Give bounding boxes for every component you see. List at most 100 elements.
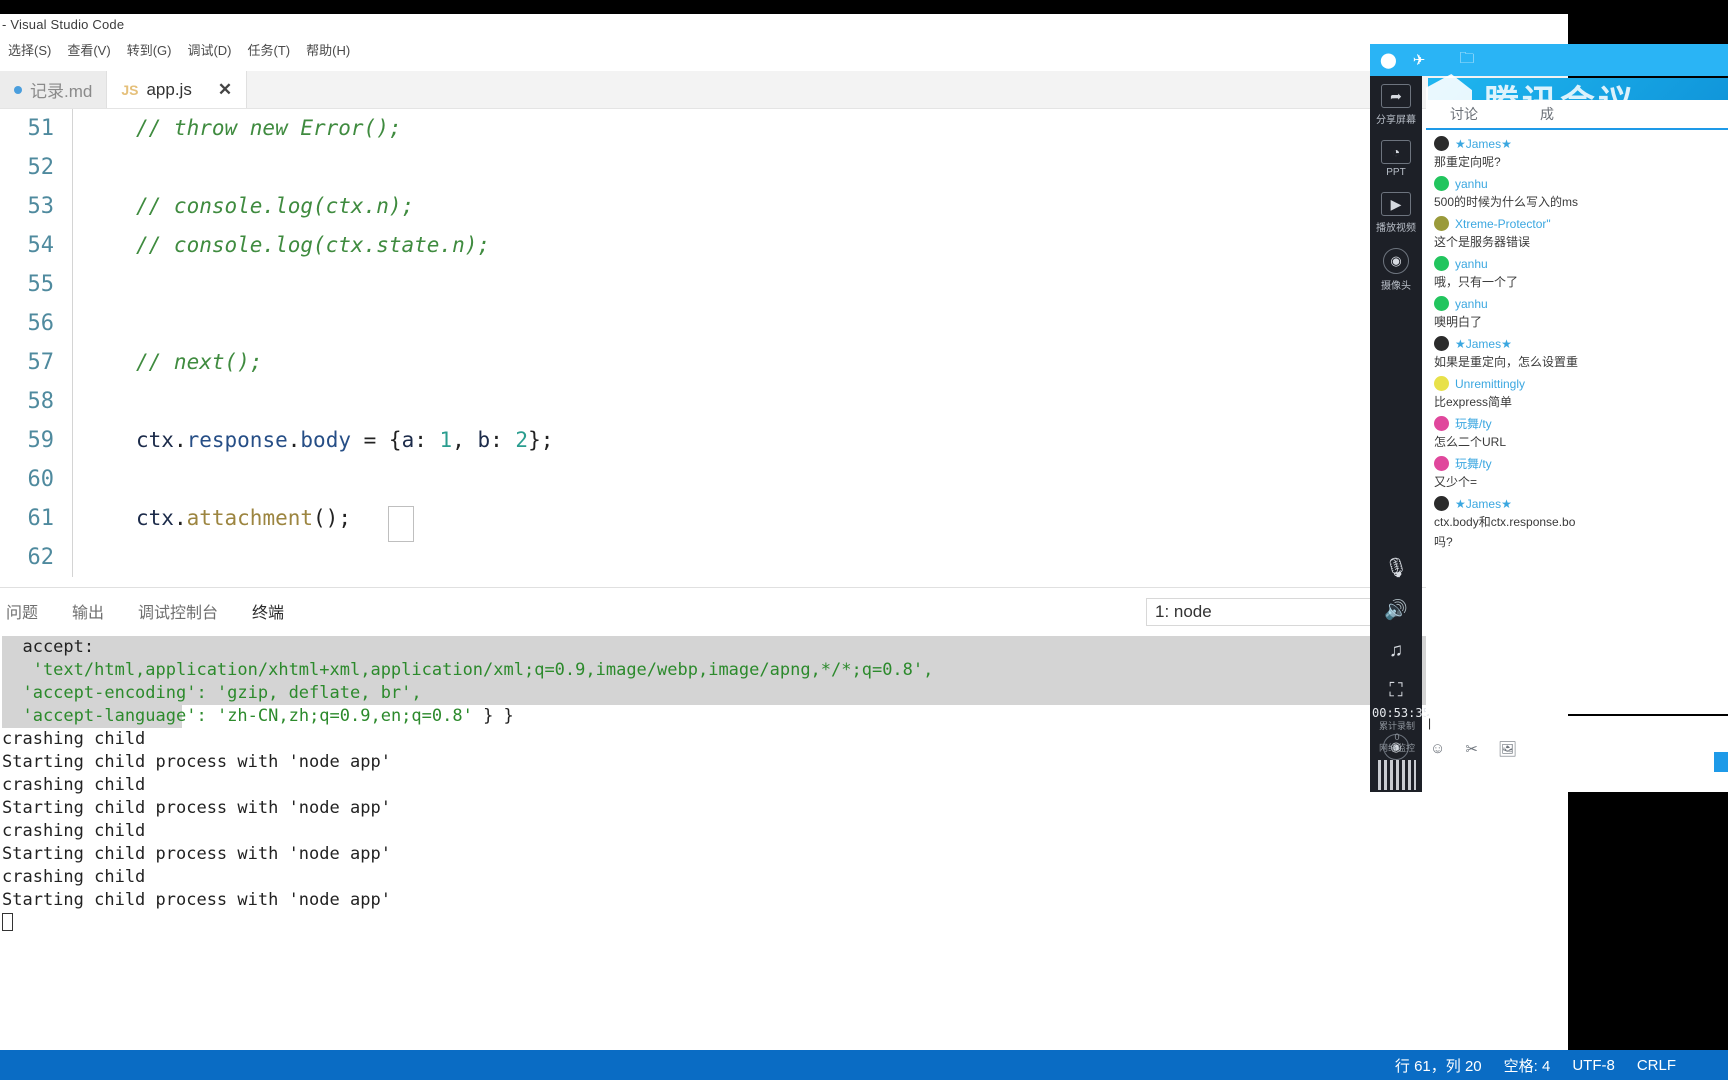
code-lines: 51 // throw new Error(); 52 53 // console.lo… <box>0 109 1568 577</box>
fold-rail <box>72 265 96 304</box>
chat-message-sender: ★James★ <box>1455 136 1512 151</box>
avatar <box>1434 296 1449 311</box>
terminal-line: crashing child <box>2 774 1568 797</box>
panel-tab-problems[interactable]: 问题 <box>6 599 38 623</box>
share-screen-button[interactable]: ➦ 分享屏幕 <box>1373 84 1419 126</box>
code-token: b <box>477 428 491 452</box>
js-icon: JS <box>121 81 139 98</box>
terminal-output[interactable]: accept: 'text/html,application/xhtml+xml… <box>0 636 1568 1066</box>
meeting-compose-area[interactable]: | ☺ ✂ 🖼 <box>1426 716 1728 792</box>
chat-message-header: yanhu <box>1434 174 1722 193</box>
line-number: 61 <box>27 506 55 531</box>
chat-message-sender: ★James★ <box>1455 336 1512 351</box>
meeting-chat-list[interactable]: ★James★ 那重定向呢? yanhu 500的时候为什么写入的ms Xtreme-P… <box>1426 130 1728 714</box>
avatar <box>1434 416 1449 431</box>
code-token: , <box>452 428 478 452</box>
chat-message-header: 玩舞/ty <box>1434 454 1722 473</box>
chat-message: ★James★ 那重定向呢? <box>1434 134 1722 170</box>
chat-message-text: ctx.body和ctx.response.bo <box>1434 515 1576 529</box>
panel-tab-debug-console[interactable]: 调试控制台 <box>138 599 218 623</box>
microphone-icon[interactable]: 🎙 <box>1384 556 1408 580</box>
chat-message-text: 噢明白了 <box>1434 315 1483 329</box>
menu-item-goto[interactable]: 转到(G) <box>127 40 172 59</box>
code-token: () <box>313 506 339 530</box>
tab-jilu-md[interactable]: 记录.md <box>0 71 108 108</box>
scissors-icon[interactable]: ✂ <box>1465 740 1478 758</box>
menu-item-help[interactable]: 帮助(H) <box>306 40 350 59</box>
status-cursor-position[interactable]: 行 61，列 20 <box>1395 1055 1482 1076</box>
fold-rail <box>72 343 96 382</box>
tab-label: 记录.md <box>30 82 93 101</box>
emoji-icon[interactable]: ☺ <box>1430 740 1445 758</box>
chat-message-header: 玩舞/ty <box>1434 414 1722 433</box>
play-video-button[interactable]: ▶ 播放视频 <box>1373 192 1419 234</box>
tab-app-js[interactable]: JS app.js ✕ <box>107 71 248 108</box>
terminal-text: Starting child process with 'node app' <box>2 844 391 864</box>
menu-item-tasks[interactable]: 任务(T) <box>248 40 291 59</box>
music-icon[interactable]: ♫ <box>1389 640 1403 662</box>
code-token: // next(); <box>136 350 263 374</box>
line-number: 55 <box>27 272 55 297</box>
screen: - Visual Studio Code 选择(S) 查看(V) 转到(G) 调… <box>0 0 1728 1080</box>
code-line: 61 ctx.attachment(); <box>0 499 1568 538</box>
tab-discussion[interactable]: 讨论 <box>1450 104 1478 124</box>
chat-message: 吗? <box>1434 534 1722 550</box>
menu-item-debug[interactable]: 调试(D) <box>187 40 231 59</box>
terminal-line: Starting child process with 'node app' <box>2 843 1568 866</box>
meeting-titlebar: ⬤ ✈ 🗀 <box>1370 44 1728 76</box>
chat-message-sender: Xtreme-Protector" <box>1455 216 1551 231</box>
close-icon[interactable]: ✕ <box>218 80 232 100</box>
terminal-text: crashing child <box>2 821 146 841</box>
compose-caret: | <box>1428 716 1432 730</box>
speaker-icon[interactable]: 🔊 <box>1384 598 1408 622</box>
chat-message-sender: ★James★ <box>1455 496 1512 511</box>
terminal-text: crashing child <box>2 729 146 749</box>
line-number: 56 <box>27 311 55 336</box>
tab-members[interactable]: 成 <box>1540 104 1554 124</box>
status-eol[interactable]: CRLF <box>1637 1057 1676 1074</box>
send-button-accent[interactable] <box>1714 752 1728 772</box>
chat-message: ★James★ ctx.body和ctx.response.bo <box>1434 494 1722 530</box>
code-token: // throw new Error(); <box>136 116 402 140</box>
fullscreen-icon[interactable]: ⛶ <box>1389 680 1402 702</box>
code-editor[interactable]: 51 // throw new Error(); 52 53 // console.lo… <box>0 109 1568 587</box>
code-line: 58 <box>0 382 1568 421</box>
ppt-button[interactable]: ◔ PPT <box>1373 140 1419 178</box>
status-encoding[interactable]: UTF-8 <box>1572 1057 1615 1074</box>
terminal-text: 'accept-encoding': 'gzip, deflate, br', <box>2 683 422 703</box>
meeting-timer-sub: 累计录制 0 网络监控 <box>1372 721 1422 754</box>
status-indentation[interactable]: 空格: 4 <box>1504 1055 1551 1076</box>
image-icon[interactable]: 🖼 <box>1498 740 1517 758</box>
code-text: // throw new Error(); <box>96 109 1568 148</box>
tab-label: app.js <box>146 79 192 99</box>
play-video-label: 播放视频 <box>1376 223 1416 234</box>
panel-tab-output[interactable]: 输出 <box>72 599 104 623</box>
ppt-label: PPT <box>1386 167 1406 178</box>
code-token: . <box>173 506 187 530</box>
chat-message-header: ★James★ <box>1434 134 1722 153</box>
chat-message-sender: Unremittingly <box>1455 376 1526 391</box>
avatar <box>1434 336 1449 351</box>
chat-message-header: ★James★ <box>1434 494 1722 513</box>
code-token: . <box>287 428 301 452</box>
camera-button[interactable]: ◉ 摄像头 <box>1373 248 1419 292</box>
chat-message-sender: yanhu <box>1455 296 1488 311</box>
chat-message-text: 比express简单 <box>1434 395 1513 409</box>
chat-message-sender: 玩舞/ty <box>1455 417 1492 431</box>
notification-bell-icon[interactable] <box>1698 1056 1718 1074</box>
record-count-value: 0 <box>1394 732 1400 742</box>
code-token: 2 <box>515 428 529 452</box>
chat-message: Unremittingly 比express简单 <box>1434 374 1722 410</box>
terminal-text: 'zh-CN,zh;q=0.9,en;q=0.8' <box>216 706 473 726</box>
chat-message: yanhu 噢明白了 <box>1434 294 1722 330</box>
menu-item-view[interactable]: 查看(V) <box>67 40 110 59</box>
fold-rail <box>72 226 96 265</box>
code-token: body <box>300 428 351 452</box>
panel-tab-terminal[interactable]: 终端 <box>252 599 284 623</box>
network-monitor-label: 网络监控 <box>1378 743 1415 753</box>
folder-icon: 🗀 <box>1459 49 1475 67</box>
chat-message-sender: yanhu <box>1455 176 1488 191</box>
line-number: 54 <box>27 233 55 258</box>
terminal-selector[interactable]: 1: node <box>1146 598 1386 626</box>
menu-item-select[interactable]: 选择(S) <box>8 40 51 59</box>
